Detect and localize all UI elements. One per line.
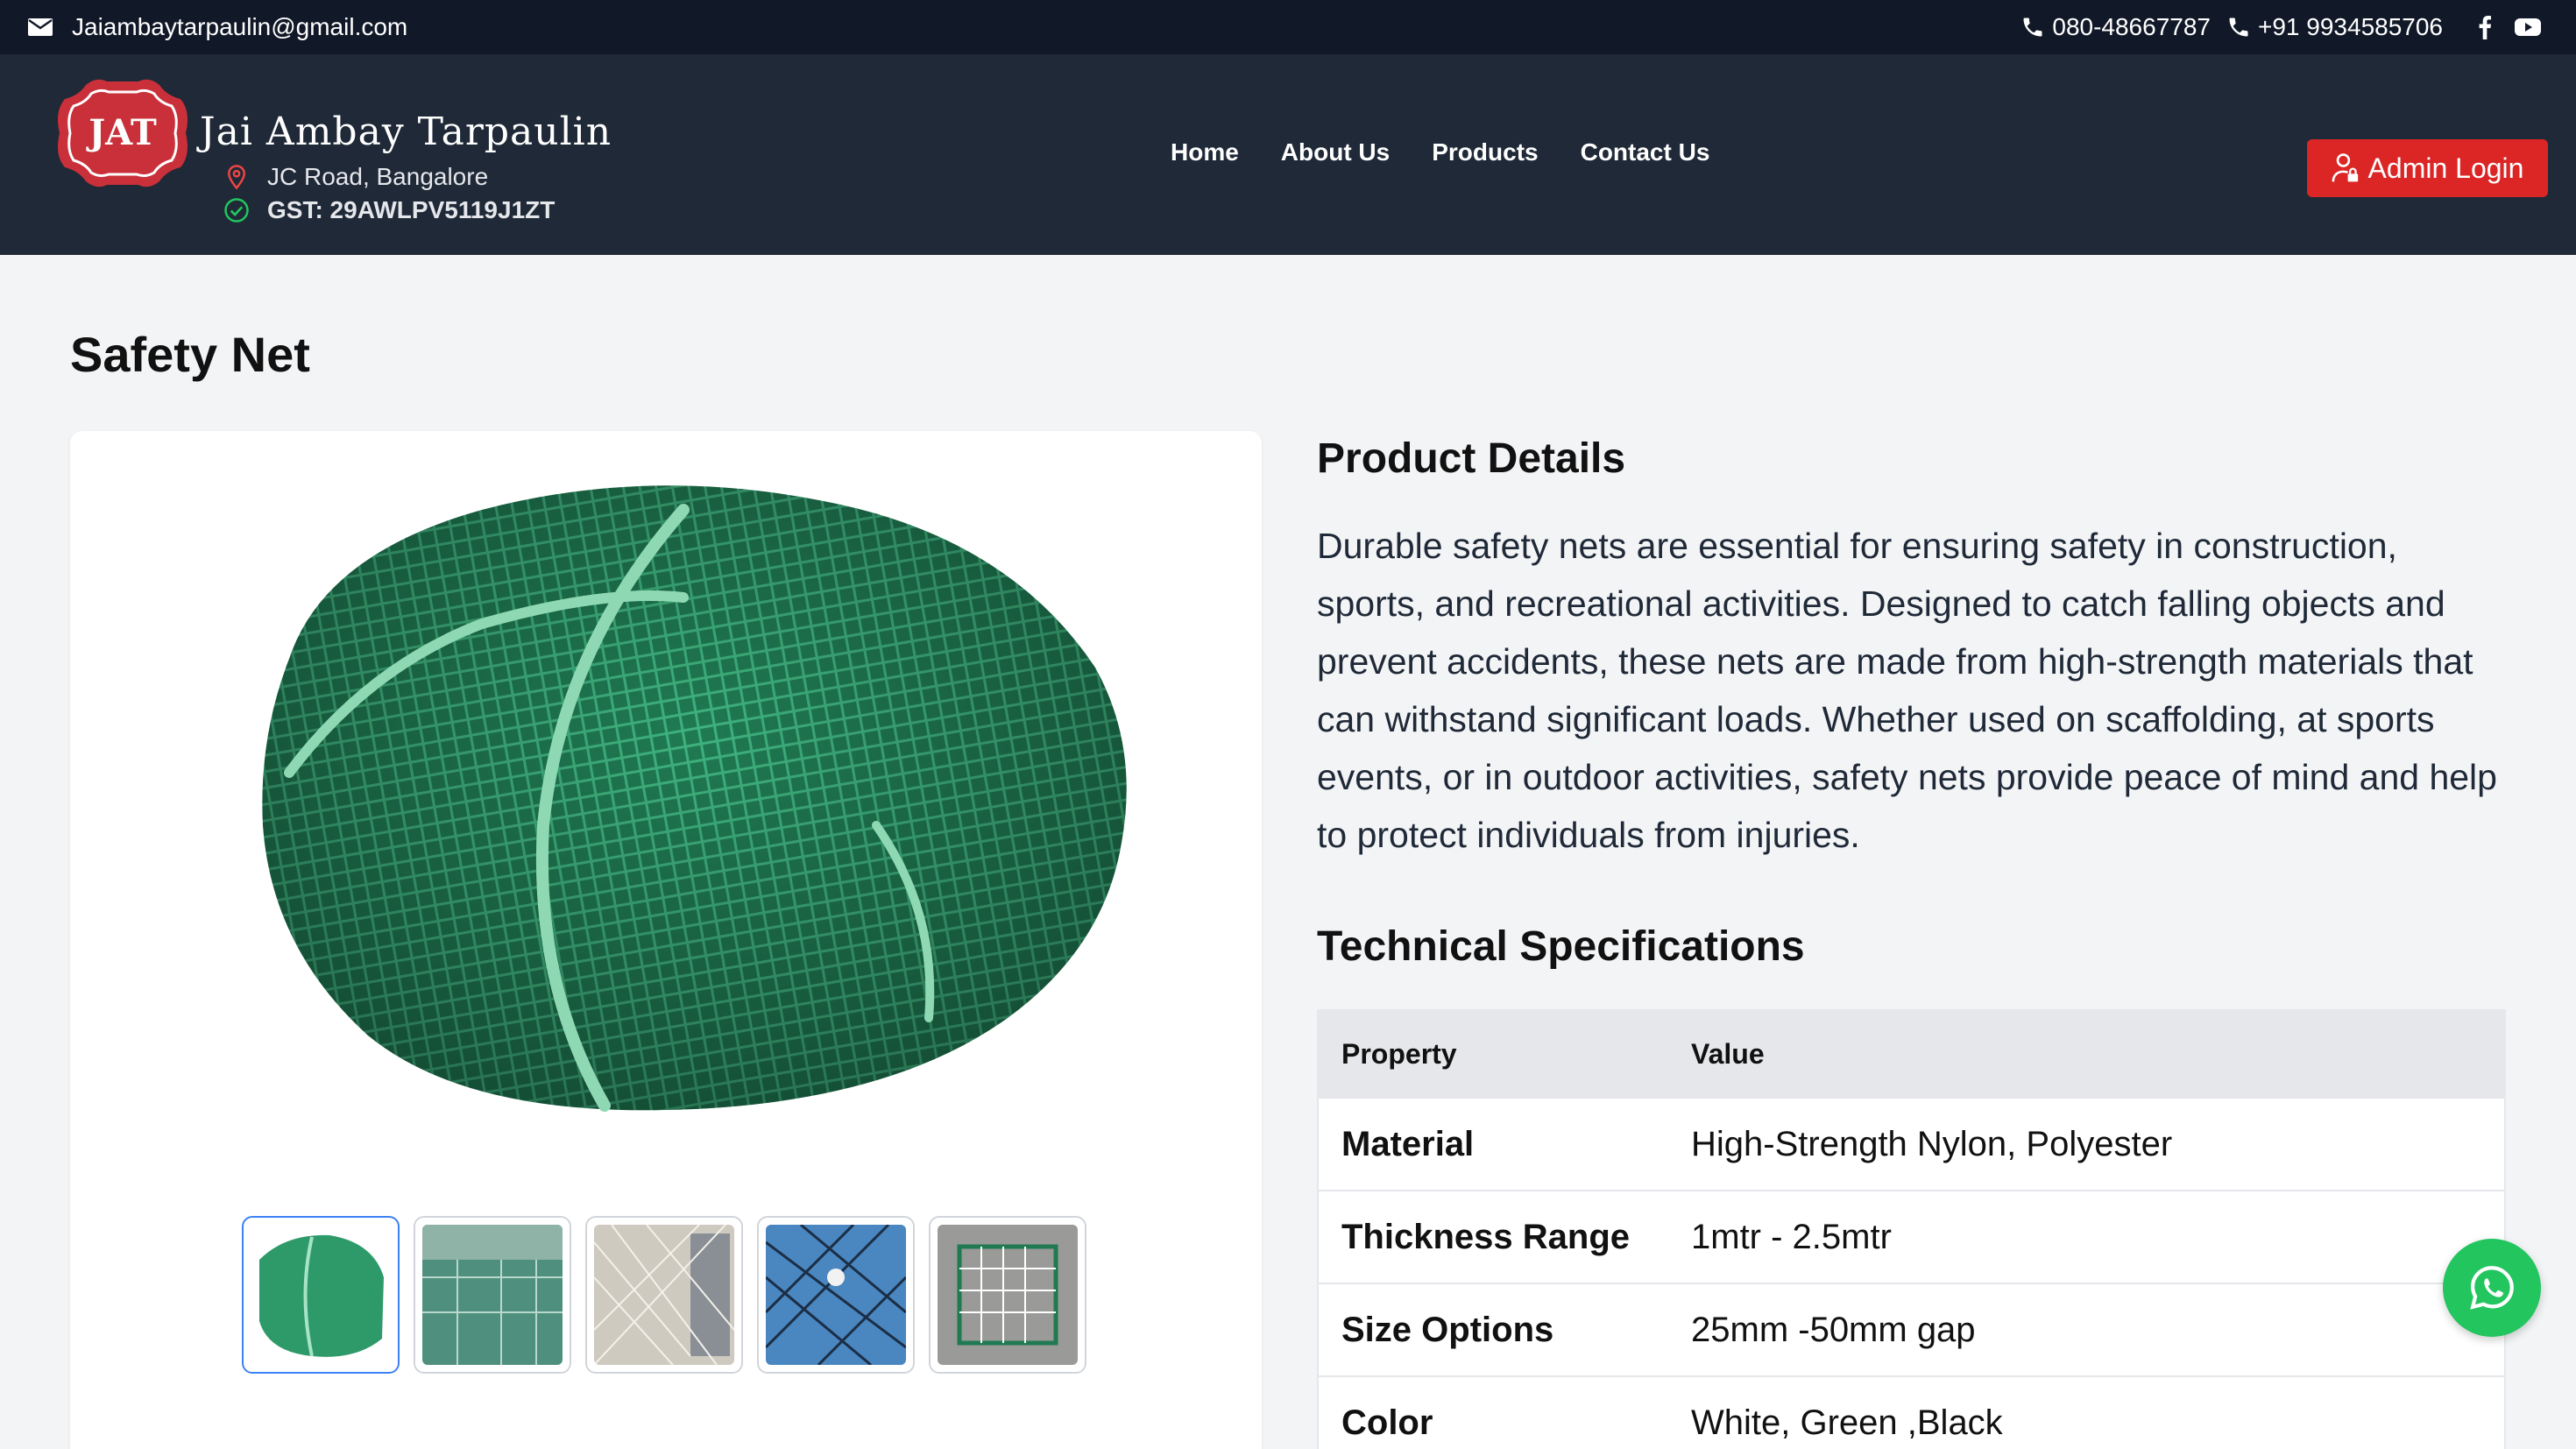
product-gallery xyxy=(70,431,1262,1449)
specs-table: Property Value Material High-Strength Ny… xyxy=(1317,1009,2506,1449)
phone-2-text[interactable]: +91 9934585706 xyxy=(2258,13,2443,41)
spec-value: 1mtr - 2.5mtr xyxy=(1668,1190,2505,1283)
table-row: Thickness Range 1mtr - 2.5mtr xyxy=(1318,1190,2505,1283)
mail-icon xyxy=(28,18,53,36)
email-contact[interactable]: Jaiambaytarpaulin@gmail.com xyxy=(28,13,407,41)
table-header-row: Property Value xyxy=(1318,1010,2505,1098)
phone-1[interactable]: 080-48667787 xyxy=(2020,13,2211,41)
thumbnail-5[interactable] xyxy=(929,1216,1086,1374)
column-header-value: Value xyxy=(1668,1010,2505,1098)
location-pin-icon xyxy=(227,165,246,190)
top-contact-bar: Jaiambaytarpaulin@gmail.com 080-48667787… xyxy=(0,0,2576,54)
nav-products[interactable]: Products xyxy=(1432,138,1538,166)
whatsapp-icon xyxy=(2470,1266,2514,1310)
address-line: JC Road, Bangalore xyxy=(223,163,488,191)
brand-name[interactable]: Jai Ambay Tarpaulin xyxy=(200,110,612,154)
spec-property: Size Options xyxy=(1318,1283,1668,1376)
thumbnail-image xyxy=(251,1225,391,1365)
thumbnail-image xyxy=(938,1225,1078,1365)
admin-login-button[interactable]: Admin Login xyxy=(2307,139,2548,197)
thumbnail-2[interactable] xyxy=(414,1216,571,1374)
whatsapp-chat-button[interactable] xyxy=(2443,1239,2541,1337)
address-text: JC Road, Bangalore xyxy=(267,163,489,190)
brand-logo[interactable]: JAT xyxy=(53,76,193,190)
gst-line: GST: 29AWLPV5119J1ZT xyxy=(223,196,555,224)
phone-icon xyxy=(2229,18,2248,37)
spec-value: 25mm -50mm gap xyxy=(1668,1283,2505,1376)
nav-home[interactable]: Home xyxy=(1171,138,1239,166)
youtube-icon[interactable] xyxy=(2515,15,2541,39)
thumbnail-1[interactable] xyxy=(242,1216,400,1374)
product-description: Durable safety nets are essential for en… xyxy=(1317,526,2497,855)
thumbnail-3[interactable] xyxy=(585,1216,743,1374)
nav-contact-us[interactable]: Contact Us xyxy=(1581,138,1710,166)
product-details-heading: Product Details xyxy=(1317,435,1626,482)
table-row: Material High-Strength Nylon, Polyester xyxy=(1318,1097,2505,1191)
svg-text:JAT: JAT xyxy=(86,112,157,153)
column-header-property: Property xyxy=(1318,1010,1668,1098)
table-row: Color White, Green ,Black xyxy=(1318,1375,2505,1449)
specs-heading: Technical Specifications xyxy=(1317,923,1805,970)
thumbnail-image xyxy=(766,1225,906,1365)
spec-property: Color xyxy=(1318,1375,1668,1449)
phone-icon xyxy=(2023,18,2042,37)
thumbnail-strip xyxy=(242,1216,1100,1374)
thumbnail-4[interactable] xyxy=(757,1216,915,1374)
thumbnail-image xyxy=(422,1225,563,1365)
spec-property: Material xyxy=(1318,1097,1668,1191)
site-header: JAT Jai Ambay Tarpaulin JC Road, Bangalo… xyxy=(0,54,2576,255)
phone-1-text[interactable]: 080-48667787 xyxy=(2052,13,2211,41)
spec-value: White, Green ,Black xyxy=(1668,1375,2505,1449)
spec-value: High-Strength Nylon, Polyester xyxy=(1668,1097,2505,1191)
facebook-icon[interactable] xyxy=(2474,15,2495,39)
gst-text: GST: 29AWLPV5119J1ZT xyxy=(267,196,556,223)
check-circle-icon xyxy=(224,198,249,223)
main-nav: Home About Us Products Contact Us xyxy=(1171,138,1752,166)
main-product-image[interactable] xyxy=(193,457,1209,1141)
page-title: Safety Net xyxy=(70,327,310,382)
table-row: Size Options 25mm -50mm gap xyxy=(1318,1283,2505,1376)
thumbnail-image xyxy=(594,1225,734,1365)
nav-about-us[interactable]: About Us xyxy=(1281,138,1390,166)
email-text[interactable]: Jaiambaytarpaulin@gmail.com xyxy=(72,13,407,41)
phone-2[interactable]: +91 9934585706 xyxy=(2226,13,2443,41)
user-lock-icon xyxy=(2332,153,2358,182)
spec-property: Thickness Range xyxy=(1318,1190,1668,1283)
admin-login-label: Admin Login xyxy=(2367,152,2524,184)
